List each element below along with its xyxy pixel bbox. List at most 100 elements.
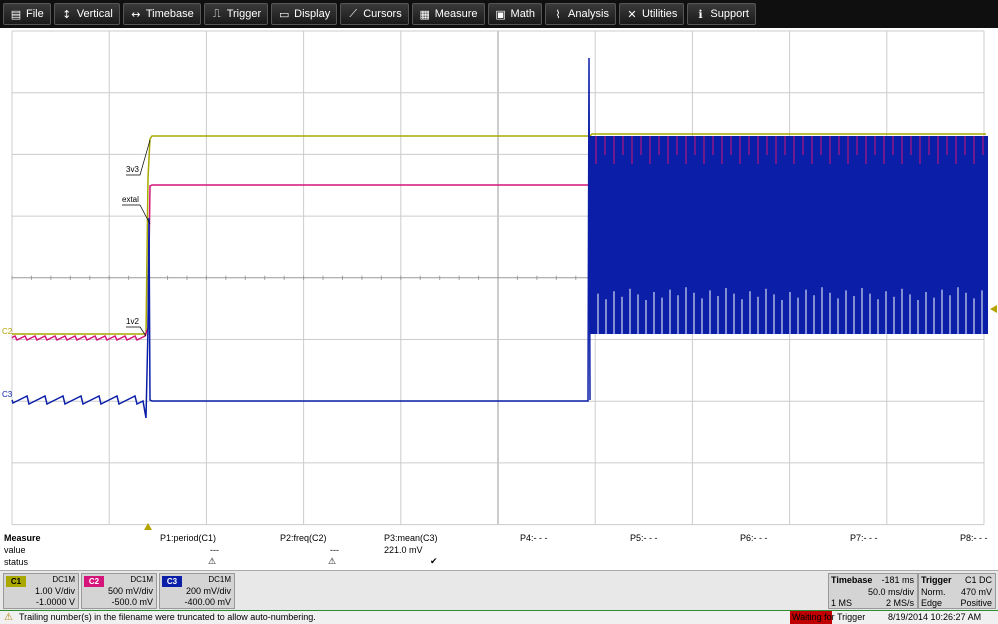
c3-baseline-marker[interactable]: C3 (2, 390, 12, 399)
status-message: Trailing number(s) in the filename were … (19, 612, 316, 622)
measure-param-5-name[interactable]: P5:- - - (630, 533, 658, 543)
measure-param-7-name[interactable]: P7:- - - (850, 533, 878, 543)
menu-label: Support (710, 8, 749, 20)
menu-file-button[interactable]: ▤ File (3, 3, 51, 25)
measure-table[interactable]: Measure value status P1:period(C1) --- ⚠ P2… (0, 530, 998, 570)
menu-label: Display (294, 8, 331, 20)
channel-scale: 200 mV/div (185, 586, 231, 596)
channel-coupling: DC1M (130, 575, 153, 584)
measure-param-2-value: --- (330, 545, 339, 555)
channel-3-descriptor[interactable]: C3 DC1M 200 mV/div -400.00 mV (159, 573, 235, 609)
label-1v2: 1v2 (126, 317, 139, 326)
descriptor-bar: C1 DC1M 1.00 V/div -1.0000 V C2 DC1M 500 mV/di… (0, 570, 998, 610)
channel-offset: -400.00 mV (184, 597, 231, 607)
menu-cursors-button[interactable]: ⟋ Cursors (340, 3, 409, 25)
trigger-state: Waiting for Trigger (792, 612, 866, 622)
trigger-icon: ⎍ (212, 7, 221, 20)
waveform-display (11, 30, 988, 526)
menu-timebase-button[interactable]: ↔ Timebase (122, 3, 201, 25)
channel-2-descriptor[interactable]: C2 DC1M 500 mV/div -500.0 mV (81, 573, 157, 609)
timebase-points: 1 MS (831, 598, 853, 608)
trigger-descriptor[interactable]: Trigger C1 DC Norm. 470 mV Edge Positive (918, 573, 996, 609)
measure-title: Measure (4, 533, 41, 543)
warning-icon: ⚠ (4, 612, 13, 623)
status-warning-icon: ⚠ (328, 556, 337, 566)
channel-coupling: DC1M (208, 575, 231, 584)
timebase-icon: ↔ (131, 7, 141, 21)
label-extal-leader (122, 204, 151, 225)
trigger-slope: Positive (960, 598, 992, 608)
timebase-descriptor[interactable]: Timebase -181 ms 50.0 ms/div 1 MS 2 MS/s (828, 573, 918, 609)
measure-param-3-value: 221.0 mV (384, 545, 423, 555)
menu-label: Trigger (226, 8, 262, 20)
timebase-per-div: 50.0 ms/div (867, 587, 914, 597)
trigger-level: 470 mV (960, 587, 992, 597)
cursors-icon: ⟋ (349, 7, 358, 20)
measure-icon: ▦ (419, 7, 430, 21)
menu-vertical-button[interactable]: ↕ Vertical (53, 3, 120, 25)
measure-param-2-name[interactable]: P2:freq(C2) (280, 533, 327, 543)
measure-row-status: status (4, 557, 29, 567)
channel-tag: C1 (6, 576, 26, 587)
timebase-delay: -181 ms (881, 575, 914, 585)
waveform-grid[interactable]: 3v3 extal 1v2 C2 C3 (0, 28, 998, 530)
menu-support-button[interactable]: ℹ Support (687, 3, 756, 25)
channel-offset: -500.0 mV (111, 597, 153, 607)
channel-1-descriptor[interactable]: C1 DC1M 1.00 V/div -1.0000 V (3, 573, 79, 609)
math-icon: ▣ (495, 7, 506, 21)
menu-label: Measure (434, 8, 478, 20)
menu-bar: ▤ File ↕ Vertical ↔ Timebase ⎍ Trigger ▭ Display ⟋… (0, 0, 998, 28)
menu-display-button[interactable]: ▭ Display (271, 3, 338, 25)
menu-math-button[interactable]: ▣ Math (487, 3, 542, 25)
trigger-title: Trigger (921, 575, 952, 585)
trigger-source: C1 DC (964, 575, 992, 585)
menu-trigger-button[interactable]: ⎍ Trigger (203, 3, 269, 25)
channel-tag: C3 (162, 576, 182, 587)
measure-param-1-name[interactable]: P1:period(C1) (160, 533, 216, 543)
label-extal: extal (122, 195, 139, 204)
status-warning-icon: ⚠ (208, 556, 217, 566)
measure-param-8-name[interactable]: P8:- - - (960, 533, 988, 543)
status-bar: ⚠ Trailing number(s) in the filename wer… (0, 610, 998, 624)
display-icon: ▭ (278, 7, 290, 21)
vertical-icon: ↕ (62, 7, 72, 21)
c2-baseline-marker[interactable]: C2 (2, 327, 12, 336)
menu-label: Cursors (363, 8, 402, 20)
analysis-icon: ⌇ (555, 7, 561, 21)
trigger-mode: Norm. (921, 587, 946, 597)
file-icon: ▤ (10, 7, 22, 21)
trigger-position-marker[interactable] (144, 523, 152, 530)
channel-offset: -1.0000 V (35, 597, 75, 607)
menu-analysis-button[interactable]: ⌇ Analysis (545, 3, 616, 25)
status-datetime: 8/19/2014 10:26:27 AM (888, 612, 982, 622)
measure-param-1-value: --- (210, 545, 219, 555)
c3-oscillation-block (590, 136, 988, 334)
menu-label: Timebase (145, 8, 194, 20)
oscilloscope-app: ▤ File ↕ Vertical ↔ Timebase ⎍ Trigger ▭ Display ⟋… (0, 0, 998, 624)
label-3v3: 3v3 (126, 165, 139, 174)
channel-tag: C2 (84, 576, 104, 587)
utilities-icon: ✕ (627, 7, 637, 21)
channel-coupling: DC1M (52, 575, 75, 584)
menu-utilities-button[interactable]: ✕ Utilities (618, 3, 685, 25)
menu-label: Vertical (76, 8, 113, 20)
measure-param-6-name[interactable]: P6:- - - (740, 533, 768, 543)
support-icon: ℹ (698, 7, 703, 21)
channel-scale: 1.00 V/div (34, 586, 75, 596)
c3-trace (11, 57, 591, 419)
menu-label: Utilities (641, 8, 678, 20)
measure-param-3-name[interactable]: P3:mean(C3) (384, 533, 438, 543)
channel-scale: 500 mV/div (107, 586, 153, 596)
menu-measure-button[interactable]: ▦ Measure (411, 3, 485, 25)
trigger-type: Edge (921, 598, 943, 608)
measure-row-value: value (4, 545, 26, 555)
menu-label: File (26, 8, 44, 20)
timebase-rate: 2 MS/s (885, 598, 914, 608)
menu-label: Math (510, 8, 535, 20)
status-check-icon: ✔ (430, 556, 438, 566)
menu-label: Analysis (568, 8, 609, 20)
c2-trace (11, 184, 590, 342)
measure-param-4-name[interactable]: P4:- - - (520, 533, 548, 543)
timebase-title: Timebase (831, 575, 873, 585)
trigger-level-marker[interactable] (990, 305, 997, 313)
